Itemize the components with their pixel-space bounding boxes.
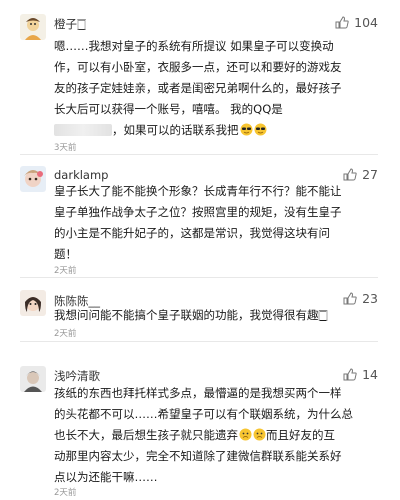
divider bbox=[20, 277, 378, 278]
worried-emoji-icon bbox=[253, 428, 266, 441]
sunglasses-emoji-icon bbox=[254, 123, 267, 136]
thumbs-up-icon bbox=[335, 16, 349, 29]
like-button[interactable]: 14 bbox=[343, 367, 378, 382]
comment-line: 题！ bbox=[54, 247, 77, 261]
comment-line-end: ，如果可以的话联系我把 bbox=[112, 123, 239, 137]
like-count: 27 bbox=[362, 167, 378, 182]
comment-text: 孩纸的东西也拜托样式多点，最懵逼的是我想买两个一样 的头花都不可以……希望皇子可… bbox=[54, 383, 380, 488]
worried-emoji-icon bbox=[239, 428, 252, 441]
comment-text: 我想问问能不能搞个皇子联姻的功能，我觉得很有趣🀆 bbox=[54, 305, 380, 326]
comment-line: 作，可以有小卧室，衣服多一点，还可以和要好的游戏友 bbox=[54, 60, 342, 74]
like-button[interactable]: 23 bbox=[343, 291, 378, 306]
comment-line: ，如果可以的话联系我把 bbox=[54, 120, 380, 141]
comment-line: 的小主是不能升妃子的，这都是常识，我觉得这块有问 bbox=[54, 226, 330, 240]
comment-line: 皇子单独作战争太子之位？按照宫里的规矩，没有生皇子 bbox=[54, 205, 342, 219]
like-button[interactable]: 27 bbox=[343, 167, 378, 182]
like-count: 23 bbox=[362, 291, 378, 306]
timestamp: 2天前 bbox=[54, 488, 77, 498]
comment-line: 点以为还能干嘛…… bbox=[54, 470, 158, 484]
comment-line: 嗯……我想对皇子的系统有所提议 如果皇子可以变换动 bbox=[54, 39, 334, 53]
comment-line: 孩纸的东西也拜托样式多点，最懵逼的是我想买两个一样 bbox=[54, 386, 342, 400]
thumbs-up-icon bbox=[343, 368, 357, 381]
sunglasses-emoji-icon bbox=[240, 123, 253, 136]
timestamp: 3天前 bbox=[54, 143, 77, 153]
comment-line: 动那里内容太少，完全不知道除了建微信群联系能关系好 bbox=[54, 449, 342, 463]
comment-text: 嗯……我想对皇子的系统有所提议 如果皇子可以变换动 作，可以有小卧室，衣服多一点… bbox=[54, 36, 380, 141]
timestamp: 2天前 bbox=[54, 266, 77, 276]
like-count: 104 bbox=[354, 15, 378, 30]
divider bbox=[20, 154, 378, 155]
comment-line-start: 也长不大，最后想生孩子就只能遗弃 bbox=[54, 428, 238, 442]
thumbs-up-icon bbox=[343, 292, 357, 305]
like-count: 14 bbox=[362, 367, 378, 382]
comment-line: 我想问问能不能搞个皇子联姻的功能，我觉得很有趣🀆 bbox=[54, 308, 328, 322]
username[interactable]: darklamp bbox=[54, 168, 108, 182]
comment-line: 长大后可以获得一个账号，嘻嘻。 我的QQ是 bbox=[54, 102, 283, 116]
thumbs-up-icon bbox=[343, 168, 357, 181]
avatar[interactable] bbox=[20, 166, 46, 192]
like-button[interactable]: 104 bbox=[335, 15, 378, 30]
blurred-qq-number bbox=[54, 124, 112, 136]
comment-line: 的头花都不可以……希望皇子可以有个联姻系统，为什么总 bbox=[54, 407, 353, 421]
comment-line: 也长不大，最后想生孩子就只能遗弃 而且好友的互 bbox=[54, 425, 380, 446]
divider bbox=[20, 341, 378, 342]
comment-line-end: 而且好友的互 bbox=[266, 428, 335, 442]
comment-text: 皇子长大了能不能换个形象？长成青年行不行？能不能让 皇子单独作战争太子之位？按照… bbox=[54, 181, 380, 265]
username[interactable]: 浅吟清歌 bbox=[54, 368, 100, 384]
comment-line: 皇子长大了能不能换个形象？长成青年行不行？能不能让 bbox=[54, 184, 342, 198]
avatar[interactable] bbox=[20, 366, 46, 392]
username[interactable]: 橙子🀆 bbox=[54, 16, 86, 32]
timestamp: 2天前 bbox=[54, 329, 77, 339]
comment-line: 友的孩子定娃娃亲，或者是闺密兄弟啊什么的，最好孩子 bbox=[54, 81, 342, 95]
avatar[interactable] bbox=[20, 290, 46, 316]
avatar[interactable] bbox=[20, 14, 46, 40]
